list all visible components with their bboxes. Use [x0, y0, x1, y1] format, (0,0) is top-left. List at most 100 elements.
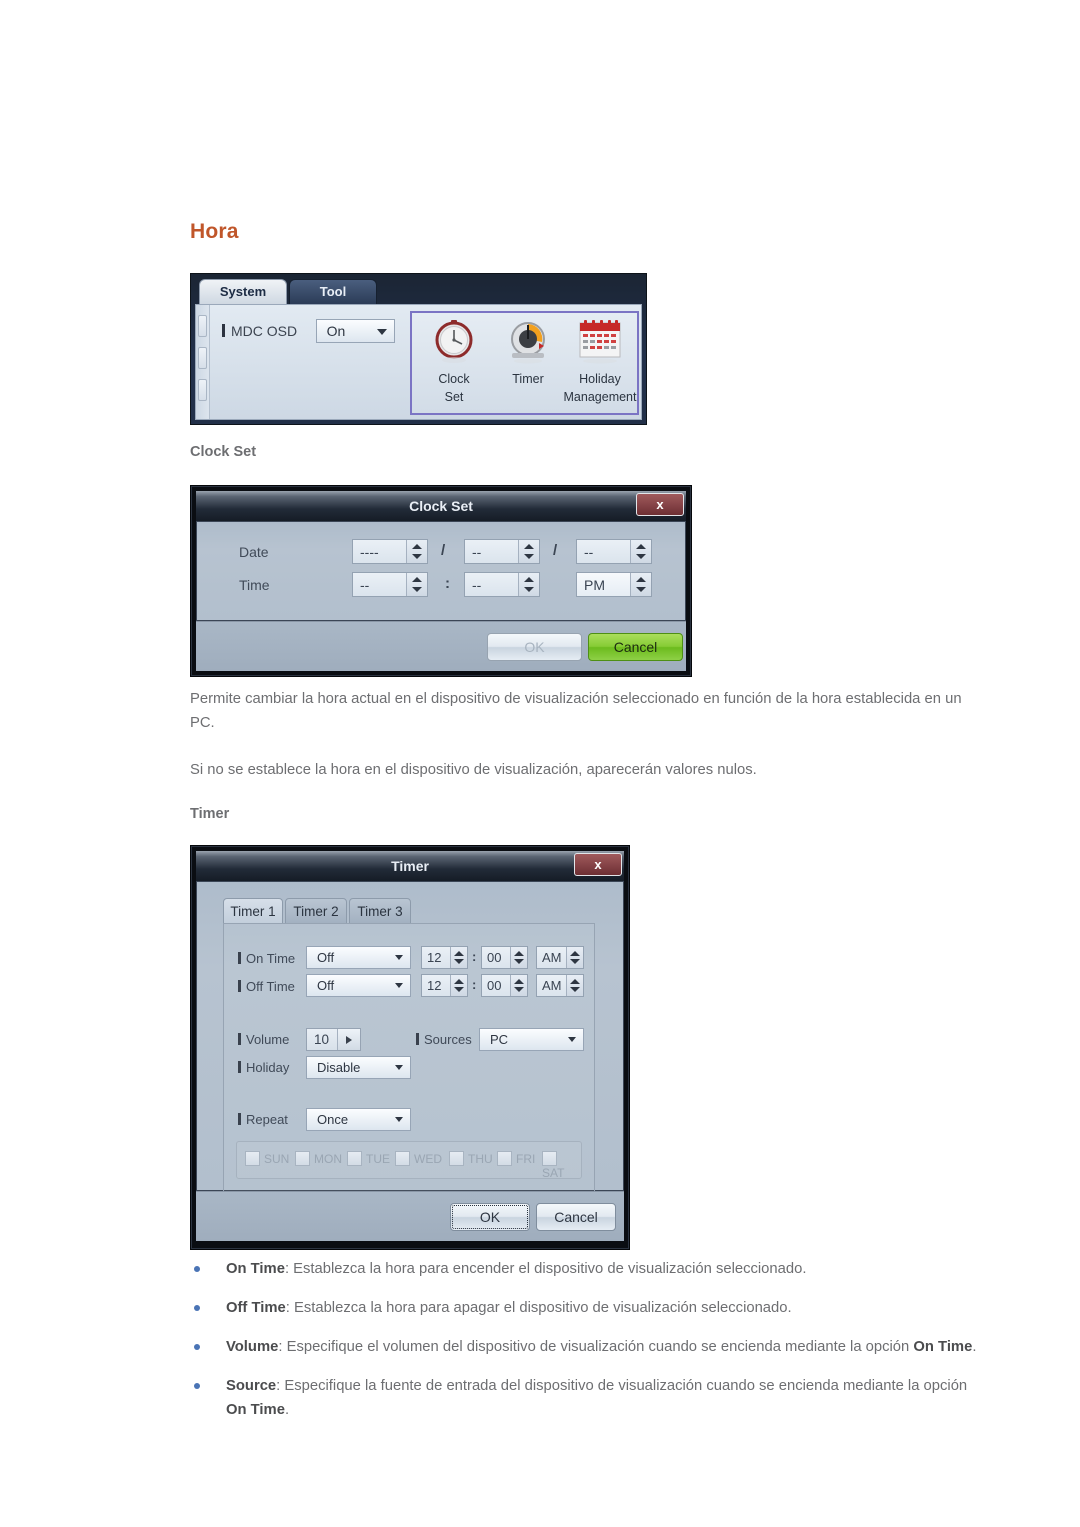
- day-wed[interactable]: WED: [395, 1151, 442, 1166]
- day-sat[interactable]: SAT: [542, 1151, 581, 1180]
- day-wed-label: WED: [414, 1152, 442, 1166]
- list-item: Volume: Especifique el volumen del dispo…: [190, 1336, 990, 1360]
- on-time-mode-value: Off: [317, 950, 335, 965]
- close-icon[interactable]: x: [574, 853, 622, 876]
- off-time-hour-arrows[interactable]: [450, 975, 467, 996]
- sources-dropdown[interactable]: PC: [479, 1028, 584, 1051]
- date-label: Date: [239, 544, 269, 560]
- bullet-text: : Establezca la hora para encender el di…: [284, 1261, 807, 1277]
- mdc-osd-dropdown[interactable]: On: [315, 319, 395, 343]
- mdc-osd-label: MDC OSD: [222, 323, 297, 339]
- month-spinner-arrows[interactable]: [518, 540, 539, 563]
- tab-system[interactable]: System: [199, 279, 287, 304]
- off-time-hour-value: 12: [427, 978, 442, 993]
- clock-set-button[interactable]: Clock Set: [416, 317, 492, 405]
- on-time-meridiem-spinner[interactable]: AM: [536, 946, 584, 969]
- minute-spinner-arrows[interactable]: [518, 573, 539, 596]
- holiday-dropdown[interactable]: Disable: [306, 1056, 411, 1079]
- clock-set-footer: OK Cancel: [196, 621, 686, 671]
- day-mon-label: MON: [314, 1152, 342, 1166]
- timer-icon: [490, 317, 566, 369]
- off-time-minute-arrows[interactable]: [510, 975, 527, 996]
- checkbox-sun-icon[interactable]: [245, 1151, 260, 1166]
- bullet-dot-icon: [194, 1382, 200, 1389]
- checkbox-thu-icon[interactable]: [449, 1151, 464, 1166]
- on-time-hour-value: 12: [427, 950, 442, 965]
- date-separator-2: /: [553, 542, 558, 559]
- on-time-hour-arrows[interactable]: [450, 947, 467, 968]
- day-thu[interactable]: THU: [449, 1151, 493, 1166]
- off-time-mode-dropdown[interactable]: Off: [306, 974, 411, 997]
- bullet-term: On Time: [226, 1261, 285, 1277]
- checkbox-wed-icon[interactable]: [395, 1151, 410, 1166]
- year-spinner-arrows[interactable]: [406, 540, 427, 563]
- checkbox-mon-icon[interactable]: [295, 1151, 310, 1166]
- bullet-tail: .: [972, 1338, 977, 1355]
- holiday-value: Disable: [317, 1060, 361, 1075]
- toolbar-panel-body: MDC OSD On Clock Set Timer Holiday Manag…: [195, 304, 642, 420]
- month-spinner[interactable]: --: [464, 539, 540, 564]
- day-spinner[interactable]: --: [576, 539, 652, 564]
- minute-spinner[interactable]: --: [464, 572, 540, 597]
- time-separator: :: [445, 575, 450, 592]
- hour-spinner[interactable]: --: [352, 572, 428, 597]
- off-time-meridiem-spinner[interactable]: AM: [536, 974, 584, 997]
- toolbar-tabstrip: System Tool: [191, 274, 646, 304]
- day-sun[interactable]: SUN: [245, 1151, 289, 1166]
- clock-set-body: Date ---- / -- / -- Time -- : -- PM: [196, 521, 686, 621]
- on-time-meridiem-arrows[interactable]: [566, 947, 583, 968]
- holiday-label: Holiday: [238, 1060, 289, 1075]
- list-item: On Time: Establezca la hora para encende…: [190, 1258, 990, 1282]
- timer-dialog: Timer x Timer 1 Timer 2 Timer 3 On Time …: [190, 845, 630, 1250]
- bullet-text: : Especifique el volumen del dispositivo…: [278, 1338, 914, 1355]
- day-sun-label: SUN: [264, 1152, 290, 1166]
- off-time-meridiem-arrows[interactable]: [566, 975, 583, 996]
- volume-increase-icon[interactable]: [337, 1029, 360, 1050]
- bullet-term: Off Time: [226, 1299, 286, 1316]
- timer-ok-button[interactable]: OK: [450, 1203, 530, 1231]
- day-fri[interactable]: FRI: [497, 1151, 535, 1166]
- holiday-caption-2: Management: [563, 389, 637, 404]
- day-spinner-arrows[interactable]: [630, 540, 651, 563]
- checkbox-fri-icon[interactable]: [497, 1151, 512, 1166]
- on-time-hour-spinner[interactable]: 12: [421, 946, 468, 969]
- chevron-down-icon: [395, 1117, 403, 1122]
- repeat-dropdown[interactable]: Once: [306, 1108, 411, 1131]
- day-tue-label: TUE: [366, 1152, 390, 1166]
- clock-set-cancel-button[interactable]: Cancel: [588, 633, 683, 661]
- year-spinner[interactable]: ----: [352, 539, 428, 564]
- mdc-osd-row: MDC OSD On: [222, 319, 395, 343]
- on-time-mode-dropdown[interactable]: Off: [306, 946, 411, 969]
- tab-timer-1[interactable]: Timer 1: [223, 898, 283, 924]
- clock-set-ok-button[interactable]: OK: [487, 633, 582, 661]
- timer-cancel-button[interactable]: Cancel: [536, 1203, 616, 1231]
- meridiem-spinner[interactable]: PM: [576, 572, 652, 597]
- meridiem-spinner-arrows[interactable]: [630, 573, 651, 596]
- day-tue[interactable]: TUE: [347, 1151, 390, 1166]
- holiday-management-button[interactable]: Holiday Management: [560, 317, 640, 405]
- timer-button[interactable]: Timer: [490, 317, 566, 387]
- weekday-selector: SUN MON TUE WED THU FRI SAT: [236, 1141, 582, 1180]
- volume-stepper[interactable]: 10: [306, 1028, 361, 1051]
- tab-timer-3[interactable]: Timer 3: [349, 898, 411, 924]
- section-label-clock-set: Clock Set: [190, 444, 257, 460]
- list-item: Source: Especifique la fuente de entrada…: [190, 1375, 990, 1423]
- on-time-minute-spinner[interactable]: 00: [481, 946, 528, 969]
- checkbox-tue-icon[interactable]: [347, 1151, 362, 1166]
- list-item: Off Time: Establezca la hora para apagar…: [190, 1297, 990, 1321]
- day-mon[interactable]: MON: [295, 1151, 342, 1166]
- bullet-term: Source: [226, 1377, 277, 1394]
- close-icon[interactable]: x: [636, 493, 684, 516]
- tab-timer-2[interactable]: Timer 2: [285, 898, 347, 924]
- day-fri-label: FRI: [516, 1152, 536, 1166]
- off-time-minute-spinner[interactable]: 00: [481, 974, 528, 997]
- hour-spinner-arrows[interactable]: [406, 573, 427, 596]
- off-time-hour-spinner[interactable]: 12: [421, 974, 468, 997]
- timer-settings-group: On Time Off 12 : 00 AM Off Time Off 12:…: [223, 923, 595, 1223]
- on-time-minute-arrows[interactable]: [510, 947, 527, 968]
- page-title: Hora: [190, 220, 239, 243]
- checkbox-sat-icon[interactable]: [542, 1151, 557, 1166]
- bullet-dot-icon: [194, 1304, 200, 1311]
- repeat-value: Once: [317, 1112, 349, 1127]
- tab-tool[interactable]: Tool: [289, 279, 377, 304]
